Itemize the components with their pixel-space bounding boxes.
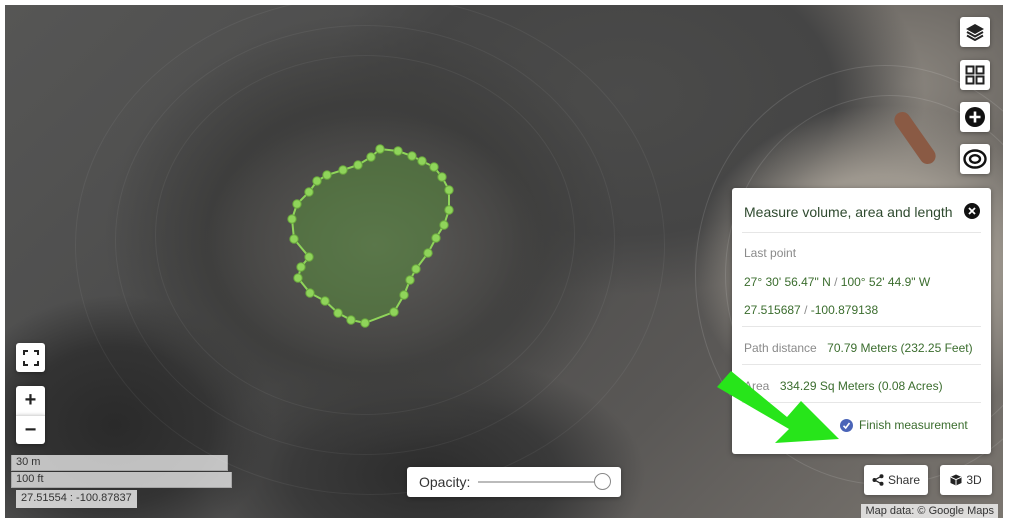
cursor-coordinates: 27.51554 : -100.87837 <box>16 490 137 508</box>
scale-bar-imperial: 100 ft <box>11 472 232 488</box>
polygon-vertex[interactable] <box>312 176 322 186</box>
polygon-vertex[interactable] <box>431 233 441 243</box>
close-panel-button[interactable] <box>964 203 980 219</box>
polygon-vertex[interactable] <box>320 296 330 306</box>
close-icon <box>968 207 976 215</box>
opacity-slider-handle[interactable] <box>594 473 612 490</box>
polygon-vertex[interactable] <box>444 205 454 215</box>
cube-icon <box>950 474 962 486</box>
path-distance-value: 70.79 Meters (232.25 Feet) <box>827 341 973 355</box>
polygon-vertex[interactable] <box>429 162 439 172</box>
dms-separator: / <box>830 275 841 289</box>
polygon-vertex[interactable] <box>375 144 385 154</box>
polygon-vertex[interactable] <box>322 170 332 180</box>
layers-icon <box>966 24 984 41</box>
polygon-vertex[interactable] <box>407 151 417 161</box>
polygon-vertex[interactable] <box>292 199 302 209</box>
measure-toggle-button[interactable] <box>960 144 990 174</box>
polygon-vertex[interactable] <box>405 275 415 285</box>
target-icon <box>963 149 987 169</box>
polygon-vertex[interactable] <box>366 152 376 162</box>
fullscreen-icon <box>22 349 39 366</box>
polygon-vertex[interactable] <box>293 273 303 283</box>
last-point-dms-lon: 100° 52' 44.9" W <box>840 275 931 289</box>
last-point-dms-lat: 27° 30' 56.47" N <box>744 275 831 289</box>
scale-bar-metric: 30 m <box>11 455 228 471</box>
finish-measurement-label: Finish measurement <box>859 418 968 432</box>
opacity-label: Opacity: <box>419 474 471 490</box>
polygon-vertex[interactable] <box>393 146 403 156</box>
polygon-vertex[interactable] <box>360 318 370 328</box>
zoom-out-button[interactable]: − <box>16 415 45 444</box>
map-view[interactable]: + − 30 m 100 ft 27.51554 : -100.87837 Op… <box>5 5 1003 518</box>
polygon-vertex[interactable] <box>423 248 433 258</box>
opacity-control: Opacity: <box>407 467 621 497</box>
polygon-vertex[interactable] <box>437 172 447 182</box>
polygon-vertex[interactable] <box>333 308 343 318</box>
path-distance-label: Path distance <box>744 341 817 355</box>
grid-view-button[interactable] <box>960 60 990 90</box>
opacity-slider[interactable] <box>478 473 612 490</box>
view-3d-label: 3D <box>966 473 982 487</box>
share-icon <box>872 474 884 486</box>
share-button[interactable]: Share <box>864 465 928 495</box>
polygon-vertex[interactable] <box>411 264 421 274</box>
polygon-vertex[interactable] <box>287 214 297 224</box>
measure-panel-title: Measure volume, area and length <box>744 204 953 220</box>
polygon-vertex[interactable] <box>444 185 454 195</box>
polygon-vertex[interactable] <box>399 290 409 300</box>
polygon-vertex[interactable] <box>346 315 356 325</box>
polygon-vertex[interactable] <box>353 160 363 170</box>
annotation-arrow <box>717 371 839 443</box>
polygon-vertex[interactable] <box>338 165 348 175</box>
polygon-vertex[interactable] <box>417 156 427 166</box>
polygon-vertex[interactable] <box>304 187 314 197</box>
fullscreen-button[interactable] <box>16 343 45 372</box>
add-annotation-button[interactable] <box>960 102 990 132</box>
last-point-dec-lat: 27.515687 <box>744 303 801 317</box>
view-3d-button[interactable]: 3D <box>940 465 992 495</box>
share-label: Share <box>887 473 921 487</box>
polygon-vertex[interactable] <box>289 234 299 244</box>
dec-separator: / <box>800 303 811 317</box>
plus-circle-icon <box>965 107 985 127</box>
polygon-vertex[interactable] <box>305 288 315 298</box>
map-attribution: Map data: © Google Maps <box>861 504 998 518</box>
grid-icon <box>965 65 985 85</box>
polygon-vertex[interactable] <box>439 220 449 230</box>
polygon-vertex[interactable] <box>389 307 399 317</box>
zoom-in-button[interactable]: + <box>16 386 45 415</box>
finish-measurement-button[interactable]: Finish measurement <box>840 418 968 432</box>
polygon-vertex[interactable] <box>296 262 306 272</box>
last-point-dec-lon: -100.879138 <box>810 303 879 317</box>
layers-button[interactable] <box>960 17 990 47</box>
polygon-vertex[interactable] <box>304 252 314 262</box>
measured-area-polygon <box>290 147 450 325</box>
last-point-label: Last point <box>744 246 797 260</box>
